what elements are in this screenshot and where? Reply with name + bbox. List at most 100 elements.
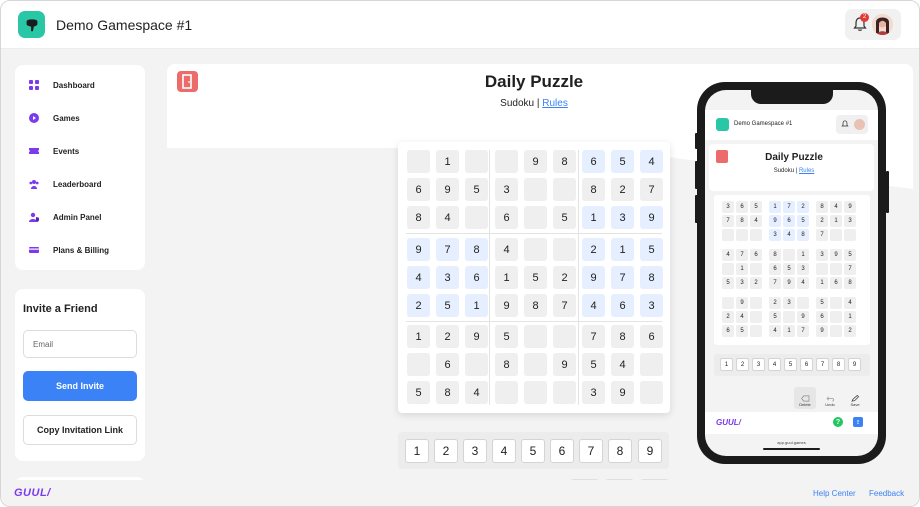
sudoku-cell[interactable]: 1 xyxy=(465,294,488,317)
sudoku-cell[interactable]: 8 xyxy=(407,206,430,229)
sudoku-cell[interactable]: 3 xyxy=(495,178,518,201)
sudoku-cell[interactable]: 9 xyxy=(495,294,518,317)
sudoku-cell[interactable]: 8 xyxy=(640,266,663,289)
sudoku-cell[interactable] xyxy=(524,325,547,348)
sudoku-cell[interactable]: 5 xyxy=(582,353,605,376)
keypad-key[interactable]: 8 xyxy=(608,439,632,463)
keypad-key[interactable]: 1 xyxy=(405,439,429,463)
keypad-key[interactable]: 2 xyxy=(434,439,458,463)
sudoku-cell[interactable]: 5 xyxy=(524,266,547,289)
sudoku-cell[interactable] xyxy=(465,150,488,173)
sudoku-cell[interactable]: 8 xyxy=(553,150,576,173)
sudoku-cell[interactable]: 5 xyxy=(465,178,488,201)
email-field[interactable] xyxy=(23,330,137,358)
sudoku-cell[interactable]: 2 xyxy=(436,325,459,348)
sudoku-cell[interactable]: 9 xyxy=(640,206,663,229)
sudoku-cell[interactable] xyxy=(553,238,576,261)
sudoku-cell[interactable]: 8 xyxy=(611,325,634,348)
sudoku-cell[interactable]: 8 xyxy=(436,381,459,404)
sudoku-cell[interactable] xyxy=(524,206,547,229)
sudoku-cell[interactable]: 3 xyxy=(611,206,634,229)
keypad-key[interactable]: 9 xyxy=(638,439,662,463)
sudoku-cell[interactable]: 1 xyxy=(611,238,634,261)
sudoku-cell[interactable] xyxy=(524,353,547,376)
sudoku-cell[interactable]: 8 xyxy=(582,178,605,201)
sudoku-cell[interactable] xyxy=(524,178,547,201)
sudoku-cell[interactable]: 1 xyxy=(495,266,518,289)
sudoku-cell[interactable]: 7 xyxy=(640,178,663,201)
sudoku-cell[interactable] xyxy=(465,353,488,376)
rules-link[interactable]: Rules xyxy=(542,98,568,109)
workspace-logo[interactable] xyxy=(18,11,45,38)
sudoku-cell[interactable]: 9 xyxy=(524,150,547,173)
exit-icon[interactable] xyxy=(177,71,198,92)
sudoku-cell[interactable]: 4 xyxy=(465,381,488,404)
sudoku-cell[interactable] xyxy=(407,353,430,376)
sudoku-cell[interactable]: 7 xyxy=(436,238,459,261)
sidebar-item-admin-panel[interactable]: Admin Panel xyxy=(29,209,101,225)
sudoku-cell[interactable] xyxy=(553,381,576,404)
sidebar-item-leaderboard[interactable]: Leaderboard xyxy=(29,176,101,192)
feedback-link[interactable]: Feedback xyxy=(869,489,904,498)
sudoku-cell[interactable]: 7 xyxy=(582,325,605,348)
sudoku-cell[interactable]: 8 xyxy=(524,294,547,317)
sudoku-cell[interactable]: 5 xyxy=(436,294,459,317)
sudoku-cell[interactable] xyxy=(553,178,576,201)
sudoku-cell[interactable]: 9 xyxy=(553,353,576,376)
sudoku-cell[interactable]: 6 xyxy=(640,325,663,348)
help-center-link[interactable]: Help Center xyxy=(813,489,856,498)
sudoku-cell[interactable] xyxy=(524,381,547,404)
sudoku-cell[interactable]: 8 xyxy=(495,353,518,376)
sudoku-cell[interactable]: 5 xyxy=(407,381,430,404)
sudoku-cell[interactable]: 3 xyxy=(582,381,605,404)
sudoku-cell[interactable]: 2 xyxy=(582,238,605,261)
sudoku-cell[interactable]: 4 xyxy=(611,353,634,376)
sudoku-cell[interactable]: 7 xyxy=(553,294,576,317)
sudoku-cell[interactable]: 5 xyxy=(640,238,663,261)
sudoku-cell[interactable] xyxy=(407,150,430,173)
sudoku-cell[interactable]: 9 xyxy=(465,325,488,348)
sudoku-cell[interactable]: 6 xyxy=(465,266,488,289)
sidebar-item-games[interactable]: Games xyxy=(29,110,80,126)
sudoku-cell[interactable] xyxy=(465,206,488,229)
sudoku-cell[interactable] xyxy=(640,381,663,404)
sudoku-cell[interactable]: 9 xyxy=(611,381,634,404)
sudoku-cell[interactable]: 2 xyxy=(553,266,576,289)
sudoku-cell[interactable]: 1 xyxy=(582,206,605,229)
keypad-key[interactable]: 6 xyxy=(550,439,574,463)
sudoku-cell[interactable]: 2 xyxy=(611,178,634,201)
sudoku-cell[interactable] xyxy=(640,353,663,376)
sudoku-cell[interactable] xyxy=(495,381,518,404)
sudoku-cell[interactable]: 4 xyxy=(407,266,430,289)
keypad-key[interactable]: 4 xyxy=(492,439,516,463)
sudoku-cell[interactable]: 1 xyxy=(407,325,430,348)
sudoku-cell[interactable]: 2 xyxy=(407,294,430,317)
keypad-key[interactable]: 7 xyxy=(579,439,603,463)
keypad-key[interactable]: 3 xyxy=(463,439,487,463)
sudoku-cell[interactable]: 9 xyxy=(436,178,459,201)
sudoku-cell[interactable]: 9 xyxy=(582,266,605,289)
sudoku-cell[interactable]: 6 xyxy=(582,150,605,173)
sudoku-cell[interactable] xyxy=(495,150,518,173)
sudoku-cell[interactable]: 4 xyxy=(640,150,663,173)
send-invite-button[interactable]: Send Invite xyxy=(23,371,137,401)
sudoku-cell[interactable]: 4 xyxy=(436,206,459,229)
sudoku-cell[interactable]: 9 xyxy=(407,238,430,261)
sudoku-cell[interactable]: 8 xyxy=(465,238,488,261)
sudoku-cell[interactable]: 5 xyxy=(553,206,576,229)
sidebar-item-plans-billing[interactable]: Plans & Billing xyxy=(29,242,109,258)
sudoku-cell[interactable]: 5 xyxy=(495,325,518,348)
sudoku-cell[interactable]: 6 xyxy=(611,294,634,317)
sudoku-cell[interactable]: 6 xyxy=(407,178,430,201)
sudoku-cell[interactable]: 4 xyxy=(582,294,605,317)
sudoku-cell[interactable]: 3 xyxy=(436,266,459,289)
sudoku-cell[interactable] xyxy=(553,325,576,348)
sudoku-cell[interactable]: 7 xyxy=(611,266,634,289)
sudoku-cell[interactable]: 3 xyxy=(640,294,663,317)
sudoku-cell[interactable] xyxy=(524,238,547,261)
sidebar-item-dashboard[interactable]: Dashboard xyxy=(29,77,95,93)
sudoku-cell[interactable]: 4 xyxy=(495,238,518,261)
sudoku-cell[interactable]: 5 xyxy=(611,150,634,173)
keypad-key[interactable]: 5 xyxy=(521,439,545,463)
sudoku-cell[interactable]: 6 xyxy=(495,206,518,229)
